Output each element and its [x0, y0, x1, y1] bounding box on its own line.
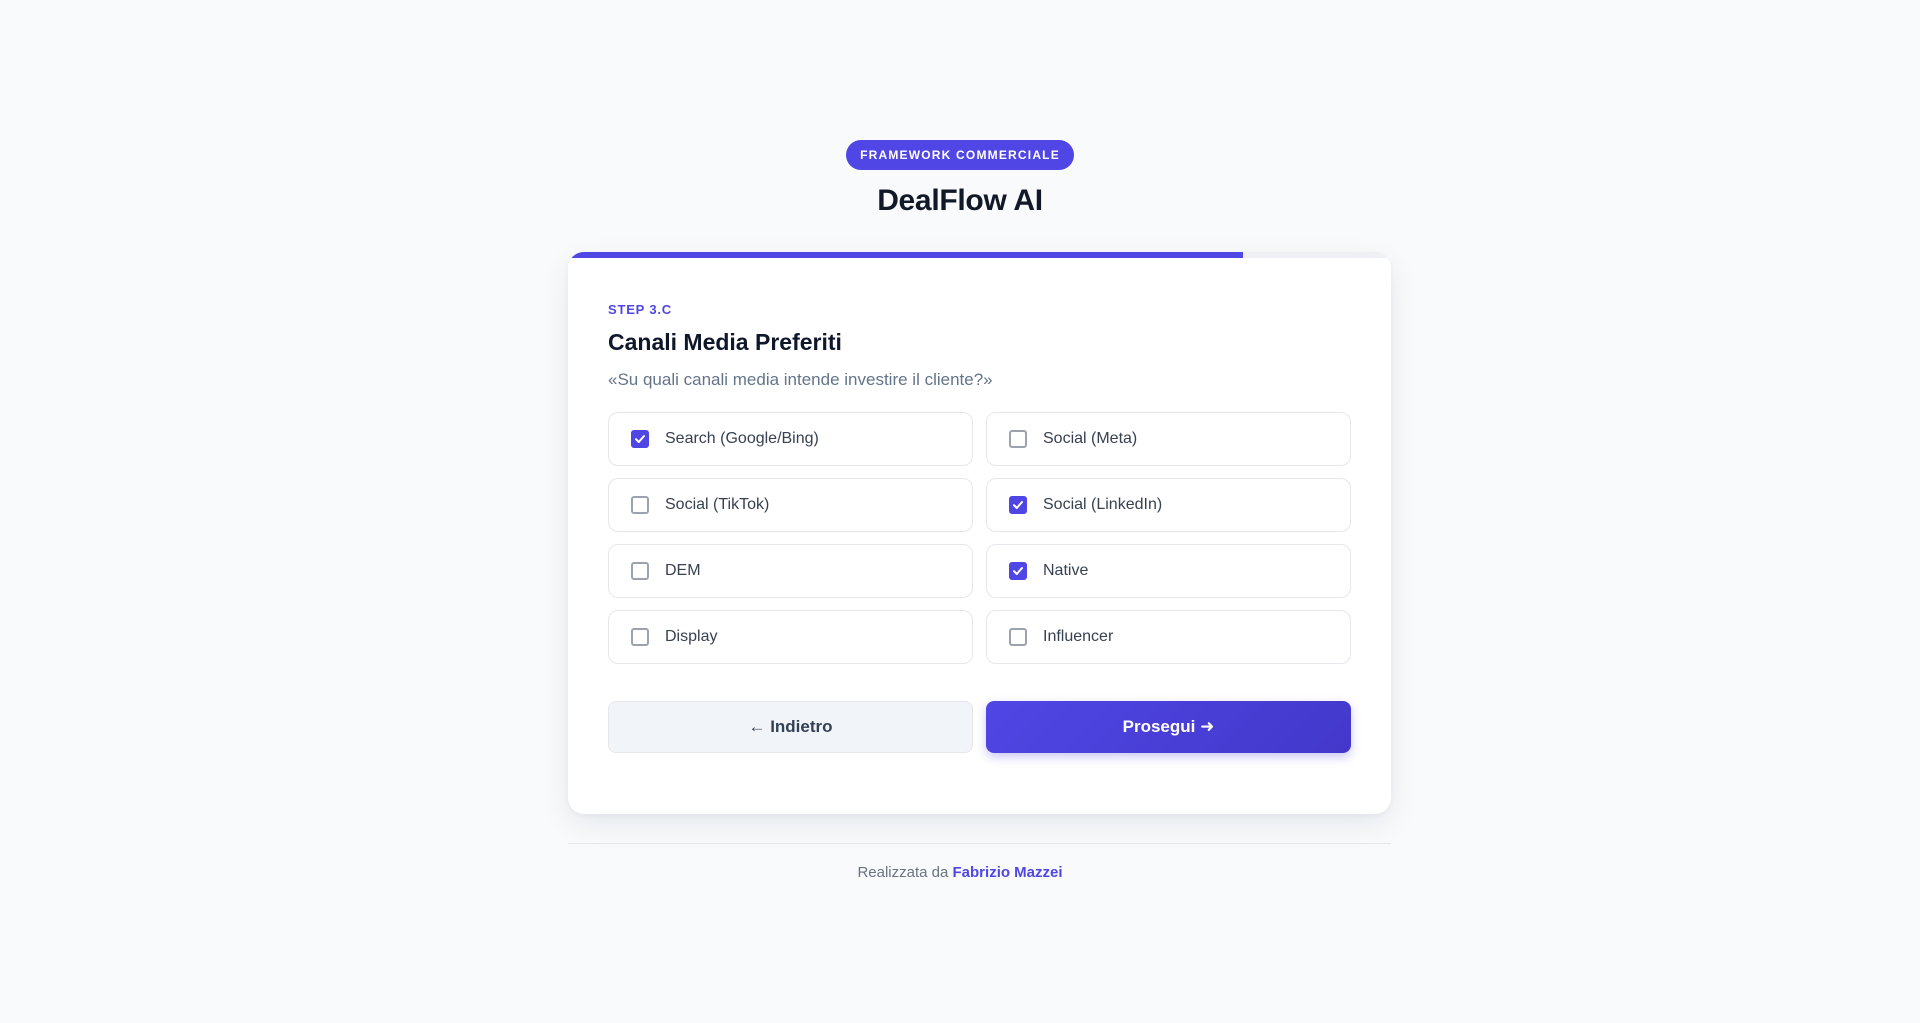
checkbox[interactable] — [1009, 628, 1027, 646]
checkbox[interactable] — [1009, 496, 1027, 514]
options-grid: Search (Google/Bing) Social (Meta) Socia… — [608, 412, 1351, 664]
step-card: STEP 3.C Canali Media Preferiti «Su qual… — [568, 252, 1391, 814]
option-label: DEM — [665, 562, 701, 579]
option-dem[interactable]: DEM — [608, 544, 973, 598]
option-label: Search (Google/Bing) — [665, 430, 819, 447]
option-label: Native — [1043, 562, 1089, 579]
option-search[interactable]: Search (Google/Bing) — [608, 412, 973, 466]
option-social-tiktok[interactable]: Social (TikTok) — [608, 478, 973, 532]
checkbox[interactable] — [631, 496, 649, 514]
option-influencer[interactable]: Influencer — [986, 610, 1351, 664]
back-button[interactable]: ← Indietro — [608, 701, 973, 753]
next-button[interactable]: Prosegui ➜ — [986, 701, 1351, 753]
checkbox[interactable] — [1009, 430, 1027, 448]
page: FRAMEWORK COMMERCIALE DealFlow AI STEP 3… — [0, 0, 1920, 1023]
step-label: STEP 3.C — [608, 302, 672, 317]
checkbox[interactable] — [631, 562, 649, 580]
option-label: Influencer — [1043, 628, 1114, 645]
framework-badge: FRAMEWORK COMMERCIALE — [846, 140, 1074, 170]
option-display[interactable]: Display — [608, 610, 973, 664]
app-title: DealFlow AI — [877, 184, 1043, 217]
footer-prefix: Realizzata da — [857, 864, 949, 881]
footer-author-link[interactable]: Fabrizio Mazzei — [953, 864, 1063, 881]
option-social-meta[interactable]: Social (Meta) — [986, 412, 1351, 466]
question-title: Canali Media Preferiti — [608, 329, 842, 355]
progress-fill — [568, 252, 1243, 258]
footer: Realizzata da Fabrizio Mazzei — [0, 864, 1920, 881]
checkbox[interactable] — [631, 628, 649, 646]
header: FRAMEWORK COMMERCIALE DealFlow AI — [0, 140, 1920, 218]
check-icon — [1013, 567, 1023, 575]
checkbox[interactable] — [1009, 562, 1027, 580]
option-label: Social (TikTok) — [665, 496, 770, 513]
question-text: «Su quali canali media intende investire… — [608, 370, 993, 389]
option-social-linkedin[interactable]: Social (LinkedIn) — [986, 478, 1351, 532]
checkbox[interactable] — [631, 430, 649, 448]
card-body: STEP 3.C Canali Media Preferiti «Su qual… — [608, 302, 1351, 753]
footer-divider — [568, 843, 1391, 844]
check-icon — [1013, 501, 1023, 509]
option-label: Social (Meta) — [1043, 430, 1138, 447]
check-icon — [635, 435, 645, 443]
actions: ← Indietro Prosegui ➜ — [608, 701, 1351, 753]
option-native[interactable]: Native — [986, 544, 1351, 598]
progress-bar — [568, 252, 1391, 258]
option-label: Social (LinkedIn) — [1043, 496, 1163, 513]
option-label: Display — [665, 628, 718, 645]
